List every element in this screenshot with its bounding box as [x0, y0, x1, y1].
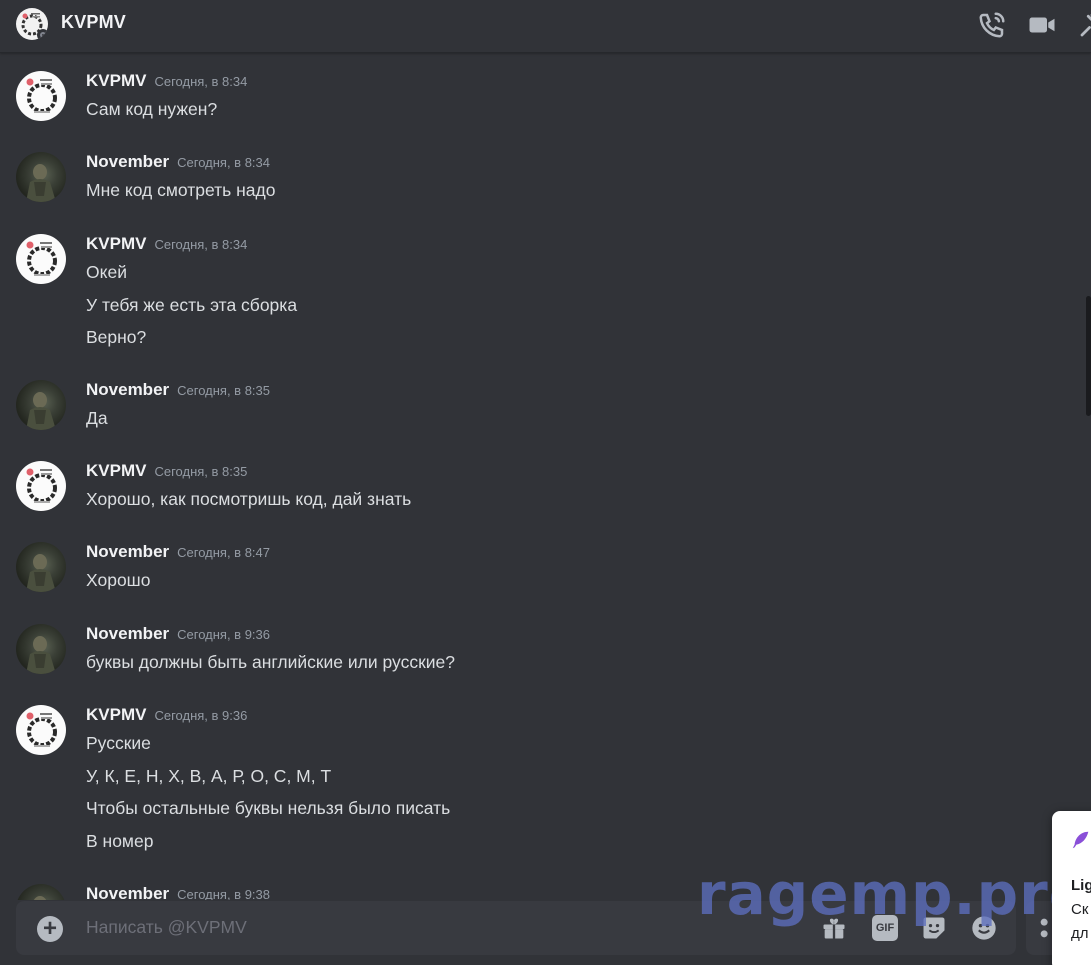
gif-icon[interactable]: GIF: [872, 915, 898, 941]
message-author[interactable]: November Сегодня, в 9:38: [86, 884, 270, 900]
dm-chat-window: KVPMV KVPMV Сегодня, в 8:34 Сам код нуже…: [0, 0, 1091, 965]
notification-text: Ск: [1071, 901, 1089, 918]
avatar[interactable]: [16, 624, 66, 674]
message-timestamp: Сегодня, в 8:35: [154, 464, 248, 479]
message-author[interactable]: KVPMV Сегодня, в 8:34: [86, 71, 247, 91]
pin-icon[interactable]: [1077, 10, 1091, 40]
message-text: буквы должны быть английские или русские…: [86, 652, 456, 672]
message-text: Верно?: [86, 327, 147, 347]
message-author[interactable]: November Сегодня, в 8:47: [86, 542, 270, 562]
message-timestamp: Сегодня, в 8:34: [154, 74, 248, 89]
avatar[interactable]: [16, 152, 66, 202]
message-text: Хорошо: [86, 570, 151, 590]
message-text: Хорошо, как посмотришь код, дай знать: [86, 489, 412, 509]
notification-text: дл: [1071, 925, 1089, 942]
message-timestamp: Сегодня, в 8:47: [177, 545, 271, 560]
video-call-icon[interactable]: [1027, 10, 1057, 40]
notification-title: Lig: [1071, 877, 1091, 894]
message-timestamp: Сегодня, в 9:36: [154, 708, 248, 723]
message-text: В номер: [86, 831, 154, 851]
message-author[interactable]: November Сегодня, в 8:34: [86, 152, 270, 172]
message-input[interactable]: Написать @KVPMV: [86, 917, 247, 938]
message-list: KVPMV Сегодня, в 8:34 Сам код нужен? Nove…: [0, 53, 1085, 900]
message-timestamp: Сегодня, в 8:34: [177, 155, 271, 170]
page-title: KVPMV: [61, 12, 127, 32]
message-author[interactable]: November Сегодня, в 8:35: [86, 380, 270, 400]
avatar[interactable]: [16, 234, 66, 284]
avatar[interactable]: [16, 71, 66, 121]
message-timestamp: Сегодня, в 8:34: [154, 237, 248, 252]
message-text: У, К, Е, Н, Х, В, А, Р, О, С, М, Т: [86, 766, 332, 786]
add-attachment-icon[interactable]: +: [37, 916, 63, 942]
feather-icon: [1070, 829, 1091, 851]
emoji-icon[interactable]: [970, 914, 998, 942]
voice-call-icon[interactable]: [977, 10, 1007, 40]
avatar[interactable]: [16, 380, 66, 430]
message-author[interactable]: November Сегодня, в 9:36: [86, 624, 270, 644]
message-text: Сам код нужен?: [86, 99, 218, 119]
header-avatar[interactable]: [16, 8, 48, 40]
message-timestamp: Сегодня, в 9:36: [177, 627, 271, 642]
notification-toast[interactable]: Lig Ск дл: [1052, 811, 1091, 965]
avatar[interactable]: [16, 705, 66, 755]
message-text: Русские: [86, 733, 151, 753]
message-author[interactable]: KVPMV Сегодня, в 8:35: [86, 461, 247, 481]
avatar[interactable]: [16, 542, 66, 592]
message-author[interactable]: KVPMV Сегодня, в 9:36: [86, 705, 247, 725]
message-text: Окей: [86, 262, 127, 282]
gift-icon[interactable]: [820, 914, 848, 942]
sticker-icon[interactable]: [920, 914, 948, 942]
message-composer: + Написать @KVPMV GIF: [16, 901, 1016, 955]
message-timestamp: Сегодня, в 9:38: [177, 887, 271, 900]
message-text: У тебя же есть эта сборка: [86, 295, 298, 315]
message-text: Мне код смотреть надо: [86, 180, 276, 200]
channel-header: KVPMV: [0, 0, 1091, 53]
message-author[interactable]: KVPMV Сегодня, в 8:34: [86, 234, 247, 254]
message-text: Чтобы остальные буквы нельзя было писать: [86, 798, 451, 818]
avatar[interactable]: [16, 461, 66, 511]
status-indicator: [37, 29, 48, 40]
scrollbar[interactable]: [1086, 296, 1091, 416]
message-text: Да: [86, 408, 108, 428]
message-timestamp: Сегодня, в 8:35: [177, 383, 271, 398]
avatar[interactable]: [16, 884, 66, 900]
